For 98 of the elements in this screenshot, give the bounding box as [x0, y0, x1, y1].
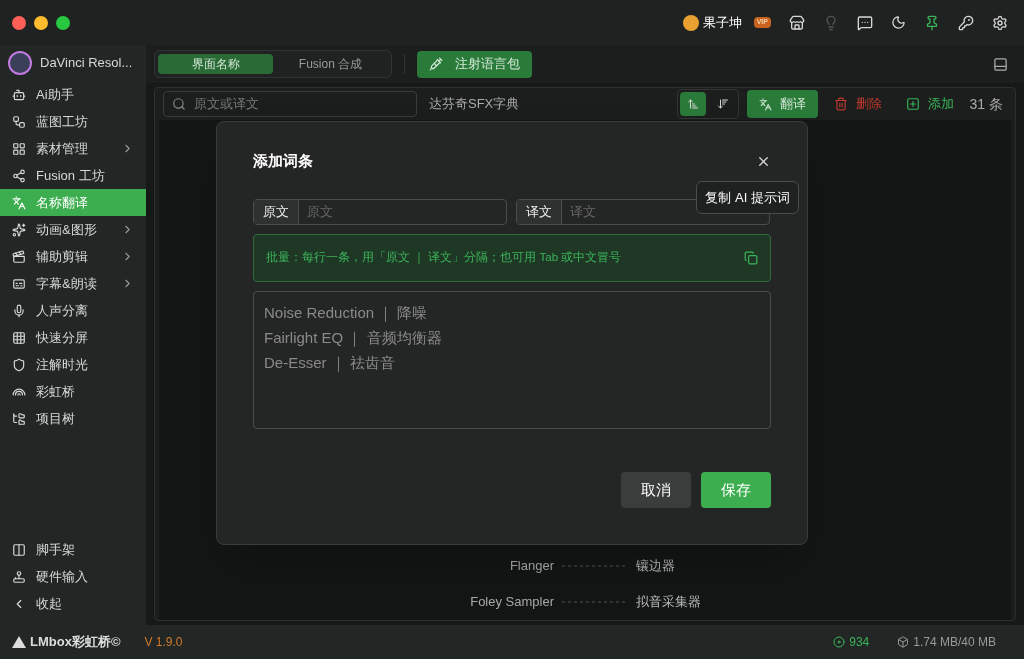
message-icon[interactable] [857, 14, 873, 31]
sidebar-item[interactable]: 素材管理 [0, 135, 146, 162]
box-icon [897, 636, 910, 648]
close-button[interactable] [12, 15, 26, 30]
sidebar-item[interactable]: 辅助剪辑 [0, 243, 146, 270]
moon-icon[interactable] [891, 15, 906, 30]
cancel-button[interactable]: 取消 [621, 472, 691, 508]
panel-icon[interactable] [993, 56, 1008, 72]
sidebar-label: 辅助剪辑 [36, 247, 88, 266]
sidebar-label: 脚手架 [36, 540, 75, 559]
sidebar-label: 人声分离 [36, 301, 88, 320]
points-label: 934 [849, 634, 870, 651]
sidebar-item[interactable]: Ai助手 [0, 81, 146, 108]
sidebar-item[interactable]: Fusion 工坊 [0, 162, 146, 189]
sidebar-label: 蓝图工坊 [36, 112, 88, 131]
target-text: 拟音采集器 [636, 593, 701, 612]
translate-button[interactable]: 翻译 [746, 90, 818, 118]
dashed-leader-line [562, 601, 628, 603]
triangle-logo-icon [12, 636, 26, 648]
sidebar-label: Ai助手 [36, 85, 74, 104]
pin-icon[interactable] [924, 14, 940, 31]
plus-icon [905, 97, 920, 111]
tooltip: 复制 AI 提示词 [696, 180, 799, 214]
frame-icon [12, 542, 26, 557]
sort-icon [716, 98, 729, 110]
trash-icon [833, 97, 848, 111]
sidebar-item[interactable]: 收起 [0, 590, 146, 617]
sidebar-label: 名称翻译 [36, 193, 88, 212]
sidebar-label: 收起 [36, 594, 62, 613]
tab[interactable]: 界面名称 [158, 54, 273, 74]
sidebar-item[interactable]: 项目树 [0, 405, 146, 432]
avatar[interactable] [682, 14, 699, 31]
sidebar-label: 注解时光 [36, 355, 88, 374]
sparkle-icon [12, 222, 26, 237]
sidebar-label: 快速分屏 [36, 328, 88, 347]
tab[interactable]: Fusion 合成 [273, 54, 388, 74]
sidebar-item[interactable]: 人声分离 [0, 297, 146, 324]
grid-icon [12, 330, 26, 345]
sort-button[interactable] [679, 92, 706, 116]
syringe-icon [429, 57, 443, 71]
robot-icon [12, 87, 26, 102]
user-name[interactable]: 果子坤 [702, 12, 742, 33]
joystick-icon [12, 569, 26, 584]
share-icon [12, 168, 26, 183]
store-icon[interactable] [789, 14, 805, 31]
search-icon [172, 97, 186, 111]
text-input[interactable]: 原文 [299, 199, 506, 224]
field-label: 译文 [517, 199, 562, 224]
sidebar-item[interactable]: 注解时光 [0, 351, 146, 378]
add-button[interactable]: 添加 [897, 94, 962, 114]
dialog-title: 添加词条 [253, 151, 313, 171]
app-logo-icon [8, 51, 32, 75]
shield-icon [12, 357, 26, 372]
version-label: V 1.9.0 [144, 634, 183, 651]
source-text: Foley Sampler [469, 593, 554, 612]
search-input[interactable]: 原文或译文 [194, 94, 408, 114]
key-icon[interactable] [958, 14, 974, 31]
sort-icon [686, 98, 699, 110]
storage-label: 1.74 MB/40 MB [913, 634, 996, 651]
clapperboard-icon [12, 249, 26, 264]
hint-text: 批量：每行一条，用「原文 ｜ 译文」分隔；也可用 Tab 或中文冒号 [266, 249, 622, 266]
sidebar-label: 动画&图形 [36, 220, 97, 239]
minimize-button[interactable] [34, 15, 48, 30]
inject-button[interactable]: 注射语言包 [417, 50, 532, 78]
captions-icon [12, 276, 26, 291]
zoom-button[interactable] [56, 15, 70, 30]
text-field[interactable]: 原文 原文 [253, 198, 507, 225]
settings-icon[interactable] [992, 14, 1008, 31]
copy-icon[interactable] [744, 250, 758, 265]
sidebar-item[interactable]: 快速分屏 [0, 324, 146, 351]
sidebar-item[interactable]: 蓝图工坊 [0, 108, 146, 135]
disc-icon [833, 636, 846, 648]
translate-icon [12, 195, 26, 210]
sidebar-item[interactable]: 脚手架 [0, 536, 146, 563]
sidebar-item[interactable]: 字幕&朗读 [0, 270, 146, 297]
sidebar-label: 素材管理 [36, 139, 88, 158]
nodes-icon [12, 114, 26, 129]
sidebar-label: 彩虹桥 [36, 382, 75, 401]
grid-icon [12, 141, 26, 156]
brand-name: LMbox彩虹桥© [30, 633, 121, 652]
batch-input-field[interactable]: Noise Reduction ｜ 降噪 Fairlight EQ ｜ 音频均衡器 De-Esser ｜ 祛齿音 [253, 290, 771, 429]
translate-icon [758, 97, 772, 111]
field-label: 原文 [254, 199, 299, 224]
sidebar-label: 硬件输入 [36, 567, 88, 586]
sidebar-label: 项目树 [36, 409, 75, 428]
sidebar-label: Fusion 工坊 [36, 166, 105, 185]
sidebar-item[interactable]: 硬件输入 [0, 563, 146, 590]
source-text: Flanger [508, 557, 554, 576]
count-label: 31 条 [969, 94, 1004, 114]
dictionary-label: 达芬奇SFX字典 [429, 95, 520, 114]
sidebar-item[interactable]: 彩虹桥 [0, 378, 146, 405]
target-text: 镶边器 [636, 557, 675, 576]
search-field[interactable]: 原文或译文 [163, 91, 417, 117]
folder-tree-icon [12, 411, 26, 426]
microphone-icon [12, 303, 26, 318]
sidebar-item[interactable]: 动画&图形 [0, 216, 146, 243]
sidebar-label: 字幕&朗读 [36, 274, 97, 293]
app-name[interactable]: DaVinci Resol... [40, 53, 133, 73]
